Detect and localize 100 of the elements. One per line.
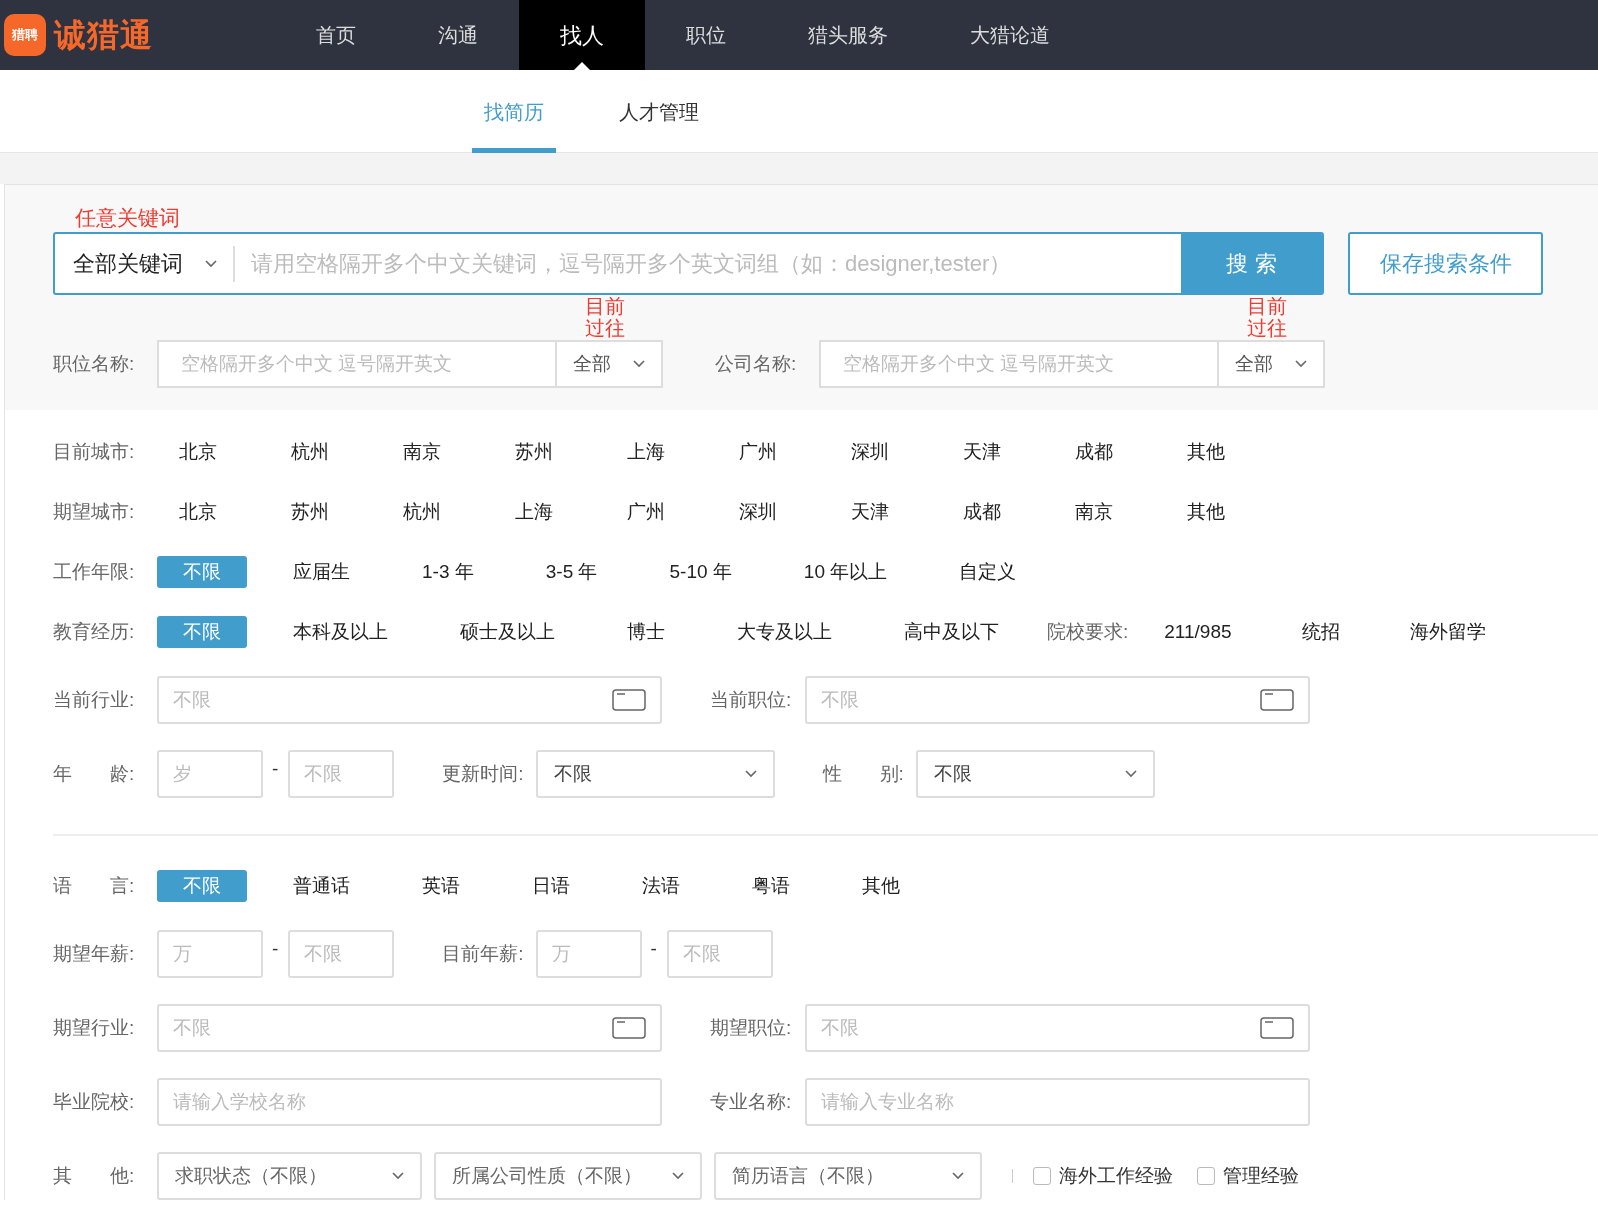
logo-text: 诚猎通: [54, 16, 153, 55]
caret-icon: [205, 259, 217, 268]
field-label: 期望职位:: [710, 1016, 792, 1041]
picker-field[interactable]: 不限: [157, 676, 662, 725]
filter-option[interactable]: 成都: [941, 496, 1053, 529]
select-field[interactable]: 求职状态（不限）: [157, 1152, 422, 1201]
caret-icon: [1295, 360, 1307, 369]
filter-option[interactable]: 统招: [1301, 616, 1340, 649]
filter-option[interactable]: 苏州: [269, 496, 381, 529]
filter-label: 目前城市:: [53, 440, 136, 465]
filter-label: 院校要求:: [1047, 620, 1129, 645]
select-field[interactable]: 不限: [915, 750, 1155, 799]
filter-option[interactable]: 1-3 年: [422, 556, 474, 589]
filter-option[interactable]: 其他: [1165, 436, 1277, 469]
filter-option[interactable]: 10 年以上: [803, 556, 888, 589]
scope-dropdown[interactable]: 全部: [555, 340, 663, 389]
filter-option[interactable]: 北京: [157, 496, 269, 529]
checkbox[interactable]: [1033, 1167, 1051, 1186]
input-field[interactable]: 不限: [666, 930, 773, 979]
tab[interactable]: 人才管理: [617, 70, 701, 153]
input-field[interactable]: 岁: [157, 750, 263, 799]
filter-option[interactable]: 粤语: [752, 870, 790, 903]
field-label: 更新时间:: [442, 762, 524, 787]
filter-option[interactable]: 日语: [532, 870, 570, 903]
filter-option[interactable]: 苏州: [493, 436, 605, 469]
filter-option[interactable]: 南京: [381, 436, 493, 469]
filter-option[interactable]: 天津: [829, 496, 941, 529]
input-field[interactable]: 不限: [288, 930, 395, 979]
filter-option[interactable]: 广州: [605, 496, 717, 529]
picker-field[interactable]: 不限: [157, 1004, 662, 1053]
filter-option[interactable]: 普通话: [293, 870, 350, 903]
window-icon[interactable]: [1260, 689, 1295, 712]
scope-dropdown[interactable]: 全部: [1217, 340, 1325, 389]
field-label: 毕业院校:: [53, 1090, 136, 1115]
range-separator: -: [272, 937, 279, 962]
filter-option[interactable]: 英语: [422, 870, 460, 903]
filter-option[interactable]: 深圳: [829, 436, 941, 469]
select-field[interactable]: 简历语言（不限）: [714, 1152, 982, 1201]
field-label: 目前年薪:: [442, 942, 524, 967]
caret-icon: [952, 1172, 964, 1181]
caret-icon: [744, 770, 757, 779]
filter-option[interactable]: 杭州: [381, 496, 493, 529]
caret-icon: [633, 360, 645, 369]
window-icon[interactable]: [612, 1017, 646, 1040]
filter-option[interactable]: 法语: [642, 870, 680, 903]
nav-tab[interactable]: 首页: [275, 0, 397, 70]
field-label: 当前行业:: [53, 688, 136, 713]
filter-option[interactable]: 3-5 年: [545, 556, 598, 589]
text-field[interactable]: 请输入专业名称: [805, 1078, 1311, 1127]
filter-option[interactable]: 深圳: [717, 496, 829, 529]
filter-option[interactable]: 天津: [941, 436, 1053, 469]
annotation-text: 任意关键词: [75, 205, 181, 231]
field-label: 专业名称:: [710, 1090, 792, 1115]
nav-tab[interactable]: 猎头服务: [767, 0, 929, 70]
picker-field[interactable]: 不限: [805, 1004, 1311, 1053]
select-field[interactable]: 不限: [535, 750, 775, 799]
filter-option[interactable]: 北京: [157, 436, 269, 469]
window-icon[interactable]: [612, 689, 646, 712]
caret-icon: [672, 1172, 684, 1181]
select-field[interactable]: 所属公司性质（不限）: [434, 1152, 702, 1201]
filter-option[interactable]: 海外留学: [1409, 616, 1486, 649]
field-label: 期望年薪:: [53, 942, 136, 967]
filter-option[interactable]: 杭州: [269, 436, 381, 469]
window-icon[interactable]: [1260, 1017, 1295, 1040]
nav-tab[interactable]: 大猎论道: [929, 0, 1091, 70]
filter-label: 期望城市:: [53, 500, 136, 525]
checkbox[interactable]: [1197, 1167, 1215, 1186]
filter-option[interactable]: 上海: [605, 436, 717, 469]
nav-tab[interactable]: 职位: [645, 0, 767, 70]
nav-tab[interactable]: 沟通: [397, 0, 519, 70]
filter-option[interactable]: 高中及以下: [904, 616, 999, 649]
filter-option[interactable]: 211/985: [1164, 616, 1232, 649]
input-field[interactable]: 空格隔开多个中文 逗号隔开英文: [819, 340, 1217, 389]
filter-option[interactable]: 其他: [862, 870, 900, 903]
filter-option[interactable]: 成都: [1053, 436, 1165, 469]
text-field[interactable]: 请输入学校名称: [157, 1078, 662, 1127]
picker-field[interactable]: 不限: [805, 676, 1311, 725]
field-label: 当前职位:: [710, 688, 792, 713]
filter-option[interactable]: 其他: [1165, 496, 1277, 529]
logo-badge: 猎聘: [4, 14, 46, 56]
filter-option[interactable]: 自定义: [959, 556, 1017, 589]
input-field[interactable]: 空格隔开多个中文 逗号隔开英文: [157, 340, 555, 389]
nav-tab[interactable]: 找人: [519, 0, 645, 70]
field-label: 职位名称:: [53, 352, 136, 377]
filter-option[interactable]: 上海: [493, 496, 605, 529]
filter-option[interactable]: 南京: [1053, 496, 1165, 529]
filter-option[interactable]: 应届生: [293, 556, 350, 589]
field-label: 年 龄:: [53, 762, 136, 787]
keyword-search-field[interactable]: 全部关键词 请用空格隔开多个中文关键词，逗号隔开多个英文词组（如：designer,tester） 搜 索: [53, 232, 1324, 296]
filter-option[interactable]: 博士: [627, 616, 665, 649]
field-label: 其 他:: [53, 1164, 136, 1189]
input-field[interactable]: 万: [535, 930, 642, 979]
filter-option[interactable]: 5-10 年: [669, 556, 732, 589]
filter-option[interactable]: 本科及以上: [293, 616, 388, 649]
caret-icon: [392, 1172, 404, 1181]
input-field[interactable]: 不限: [288, 750, 395, 799]
input-field[interactable]: 万: [157, 930, 263, 979]
filter-option[interactable]: 广州: [717, 436, 829, 469]
filter-option[interactable]: 硕士及以上: [460, 616, 555, 649]
filter-option[interactable]: 大专及以上: [737, 616, 832, 649]
